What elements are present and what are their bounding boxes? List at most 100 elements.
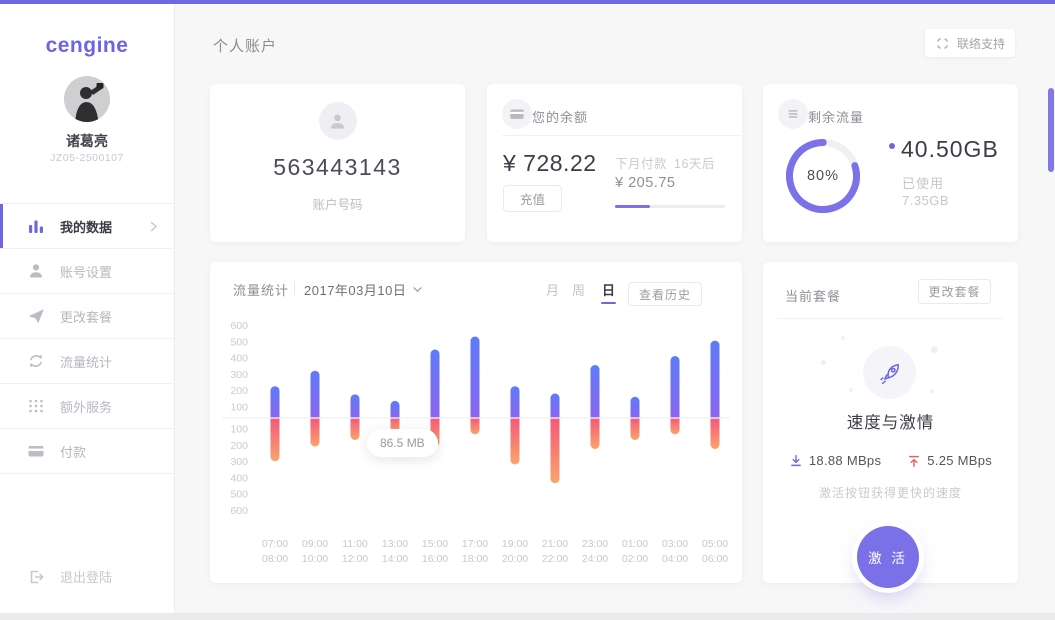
tab-week[interactable]: 周 [572, 280, 585, 299]
svg-text:15:0016:00: 15:0016:00 [422, 538, 448, 565]
balance-progress-fill [615, 205, 650, 208]
next-payment-amount: ¥ 205.75 [615, 175, 675, 191]
balance-title: 您的余额 [532, 107, 588, 126]
data-used-value: 7.35GB [902, 193, 949, 208]
sidebar-item-payment[interactable]: 付款 [0, 429, 174, 474]
chart-date-dropdown[interactable]: 2017年03月10日 [304, 280, 422, 299]
chevron-right-icon [150, 221, 158, 232]
svg-text:600: 600 [230, 320, 248, 332]
svg-text:500: 500 [230, 489, 248, 501]
upload-speed: 5.25 MBps [907, 453, 992, 468]
credit-card-icon [509, 106, 525, 122]
app-window: cengine 诸葛亮 JZ05-2500107 我的数据 [0, 0, 1055, 620]
life-buoy-icon [935, 36, 950, 51]
upload-arrow-icon [907, 454, 921, 468]
sidebar-item-change-plan[interactable]: 更改套餐 [0, 294, 174, 339]
contact-support-button[interactable]: 联络支持 [925, 29, 1015, 57]
account-number-label: 账户号码 [210, 194, 465, 213]
upload-speed-value: 5.25 MBps [927, 453, 992, 468]
sidebar-item-traffic-stats[interactable]: 流量统计 [0, 339, 174, 384]
svg-text:09:0010:00: 09:0010:00 [302, 538, 328, 565]
next-payment-text: 下月付款 [615, 157, 667, 171]
balance-card: 您的余额 ¥ 728.22 充值 下月付款16天后 ¥ 205.75 [487, 84, 742, 242]
recharge-button[interactable]: 充值 [503, 185, 562, 212]
logout-label: 退出登陆 [60, 567, 112, 586]
svg-text:600: 600 [230, 505, 248, 517]
account-card: 563443143 账户号码 [210, 84, 465, 242]
sidebar: cengine 诸葛亮 JZ05-2500107 我的数据 [0, 4, 175, 613]
decor-dot [931, 346, 938, 353]
bullet-dot [889, 143, 895, 149]
decor-dot [930, 389, 934, 393]
sidebar-nav: 我的数据 账号设置 更改套餐 [0, 203, 174, 474]
download-speed: 18.88 MBps [789, 453, 881, 468]
refresh-icon [27, 352, 45, 370]
sidebar-item-label: 更改套餐 [60, 307, 112, 326]
grid-dots-icon [27, 397, 45, 415]
payment-progress-bar [615, 205, 725, 208]
user-name: 诸葛亮 [0, 131, 174, 151]
avatar-photo [64, 76, 110, 122]
decor-dot [841, 336, 845, 340]
svg-text:17:0018:00: 17:0018:00 [462, 538, 488, 565]
menu-lines-icon [786, 107, 800, 121]
donut-chart: 80% [786, 139, 860, 213]
data-used-label: 已使用 [902, 173, 944, 192]
next-payment-label: 下月付款16天后 [615, 153, 715, 172]
svg-text:23:0024:00: 23:0024:00 [582, 538, 608, 565]
divider [294, 281, 295, 295]
current-plan-card: 当前套餐 更改套餐 速度与激情 [763, 262, 1018, 583]
contact-support-label: 联络支持 [957, 35, 1005, 52]
change-plan-button[interactable]: 更改套餐 [918, 279, 991, 304]
svg-text:300: 300 [230, 369, 248, 381]
svg-text:21:0022:00: 21:0022:00 [542, 538, 568, 565]
activate-button[interactable]: 激 活 [857, 526, 919, 588]
data-remaining-title: 剩余流量 [808, 107, 864, 126]
traffic-chart-card: 10010020020030030040040050050060060007:0… [210, 262, 742, 583]
sidebar-item-label: 账号设置 [60, 262, 112, 281]
logout-button[interactable]: 退出登陆 [27, 567, 112, 586]
app-logo: cengine [0, 34, 174, 58]
account-number: 563443143 [210, 154, 465, 181]
balance-amount: ¥ 728.22 [503, 150, 597, 177]
traffic-chart[interactable]: 10010020020030030040040050050060060007:0… [210, 262, 742, 583]
tab-month[interactable]: 月 [546, 280, 559, 299]
caret-down-icon [413, 287, 422, 293]
scrollbar-thumb[interactable] [1048, 88, 1054, 172]
svg-text:400: 400 [230, 472, 248, 484]
svg-text:01:0002:00: 01:0002:00 [622, 538, 648, 565]
sidebar-item-account-settings[interactable]: 账号设置 [0, 249, 174, 294]
credit-card-icon [27, 442, 45, 460]
svg-text:100: 100 [230, 402, 248, 414]
account-icon-circle [319, 102, 357, 140]
chart-tooltip: 86.5 MB [367, 429, 438, 457]
balance-icon-circle [502, 99, 532, 129]
plan-name: 速度与激情 [763, 409, 1018, 433]
user-icon [27, 262, 45, 280]
svg-text:03:0004:00: 03:0004:00 [662, 538, 688, 565]
sidebar-item-label: 付款 [60, 442, 86, 461]
decor-dot [821, 360, 826, 365]
divider [502, 135, 742, 136]
plan-icon-circle [863, 346, 916, 399]
sidebar-item-label: 我的数据 [60, 217, 112, 236]
sidebar-item-my-data[interactable]: 我的数据 [0, 204, 174, 249]
svg-text:300: 300 [230, 456, 248, 468]
sidebar-item-extra-services[interactable]: 额外服务 [0, 384, 174, 429]
svg-text:11:0012:00: 11:0012:00 [342, 538, 368, 565]
view-history-button[interactable]: 查看历史 [628, 282, 702, 306]
logout-icon [27, 568, 45, 586]
data-remaining-value: 40.50GB [901, 136, 999, 163]
person-icon [328, 112, 347, 131]
bar-chart-icon [27, 217, 45, 235]
svg-text:05:0006:00: 05:0006:00 [702, 538, 728, 565]
chart-title: 流量统计 [233, 280, 289, 299]
download-speed-value: 18.88 MBps [809, 453, 881, 468]
svg-text:200: 200 [230, 440, 248, 452]
activate-hint: 激活按钮获得更快的速度 [763, 484, 1018, 501]
user-avatar [64, 76, 110, 122]
sidebar-item-label: 流量统计 [60, 352, 112, 371]
tab-day[interactable]: 日 [602, 280, 615, 299]
svg-text:07:0008:00: 07:0008:00 [262, 538, 288, 565]
top-accent-bar [0, 0, 1055, 4]
